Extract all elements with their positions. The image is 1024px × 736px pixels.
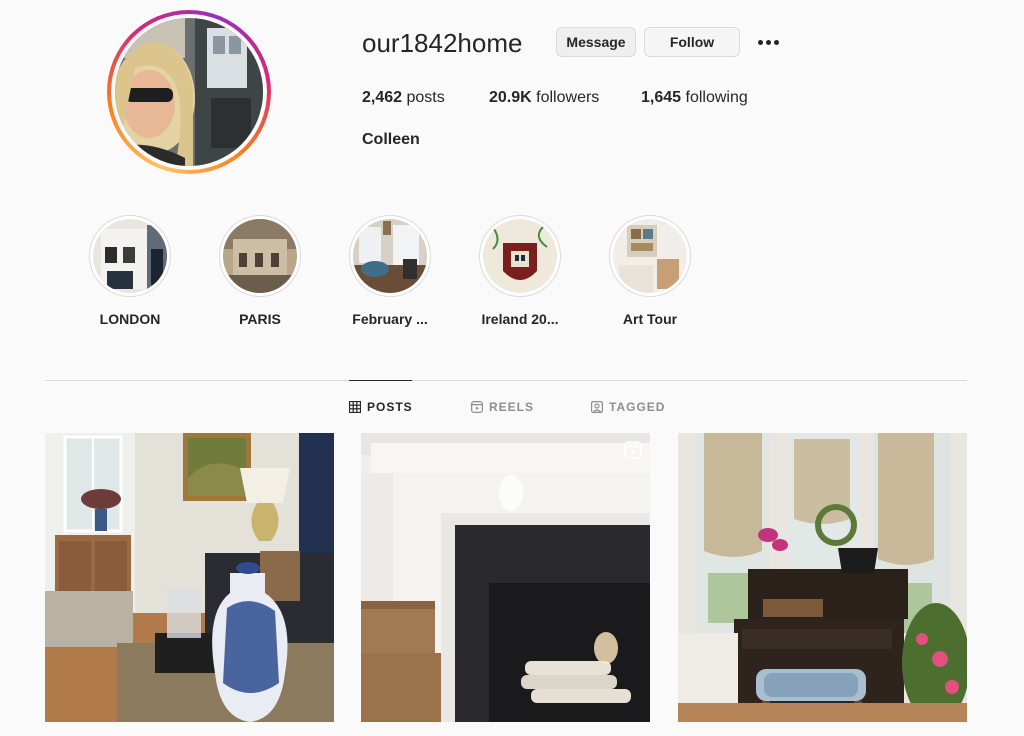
highlight-art-tour[interactable]: Art Tour — [595, 215, 705, 327]
highlight-cover — [223, 219, 297, 293]
post-image-living-room — [45, 433, 334, 722]
avatar-inner — [111, 14, 267, 170]
profile-username: our1842home — [362, 28, 523, 58]
follow-button[interactable]: Follow — [644, 27, 740, 57]
reel-badge-icon — [624, 441, 642, 459]
followers-word: followers — [536, 89, 600, 106]
highlight-ring — [219, 215, 301, 297]
highlight-label: LONDON — [99, 311, 161, 327]
dot — [765, 39, 771, 45]
tab-label: POSTS — [367, 400, 413, 414]
avatar-photo — [115, 18, 263, 166]
posts-count: 2,462 — [362, 89, 403, 106]
dot — [773, 39, 779, 45]
followers-count: 20.9K — [489, 89, 532, 106]
followers-stat[interactable]: 20.9K followers — [489, 88, 599, 108]
avatar[interactable] — [115, 18, 263, 166]
following-stat[interactable]: 1,645 following — [641, 88, 748, 108]
highlight-cover — [483, 219, 557, 293]
tab-posts[interactable]: POSTS — [349, 399, 413, 415]
highlight-london[interactable]: LONDON — [75, 215, 185, 327]
post-thumbnail[interactable] — [45, 433, 334, 722]
post-thumbnail[interactable] — [361, 433, 650, 722]
highlight-label: Ireland 20... — [481, 311, 559, 327]
following-word: following — [685, 89, 748, 106]
tagged-icon — [591, 401, 603, 413]
post-image-fireplace — [361, 433, 650, 722]
post-image-desk-nook — [678, 433, 967, 722]
tab-label: TAGGED — [609, 400, 666, 414]
message-button[interactable]: Message — [556, 27, 636, 57]
tab-tagged[interactable]: TAGGED — [591, 399, 665, 415]
posts-count-stat: 2,462 posts — [362, 88, 445, 108]
active-tab-indicator — [349, 380, 412, 381]
tab-label: REELS — [489, 400, 535, 414]
reels-icon — [471, 401, 483, 413]
dot — [757, 39, 763, 45]
highlight-ring — [89, 215, 171, 297]
highlight-label: February ... — [352, 311, 428, 327]
tab-reels[interactable]: REELS — [471, 399, 534, 415]
highlight-label: PARIS — [239, 311, 281, 327]
highlight-february[interactable]: February ... — [335, 215, 445, 327]
highlight-ring — [479, 215, 561, 297]
more-options-icon[interactable] — [754, 32, 782, 52]
highlight-ireland[interactable]: Ireland 20... — [465, 215, 575, 327]
highlight-cover — [93, 219, 167, 293]
following-count: 1,645 — [641, 89, 682, 106]
highlight-label: Art Tour — [622, 311, 678, 327]
highlight-cover — [613, 219, 687, 293]
post-thumbnail[interactable] — [678, 433, 967, 722]
profile-avatar-story-ring[interactable] — [107, 10, 271, 174]
highlight-paris[interactable]: PARIS — [205, 215, 315, 327]
grid-icon — [349, 401, 361, 413]
highlight-cover — [353, 219, 427, 293]
highlight-ring — [349, 215, 431, 297]
posts-word: posts — [406, 89, 445, 106]
profile-full-name: Colleen — [362, 131, 420, 148]
tabs-divider — [45, 380, 967, 381]
highlight-ring — [609, 215, 691, 297]
